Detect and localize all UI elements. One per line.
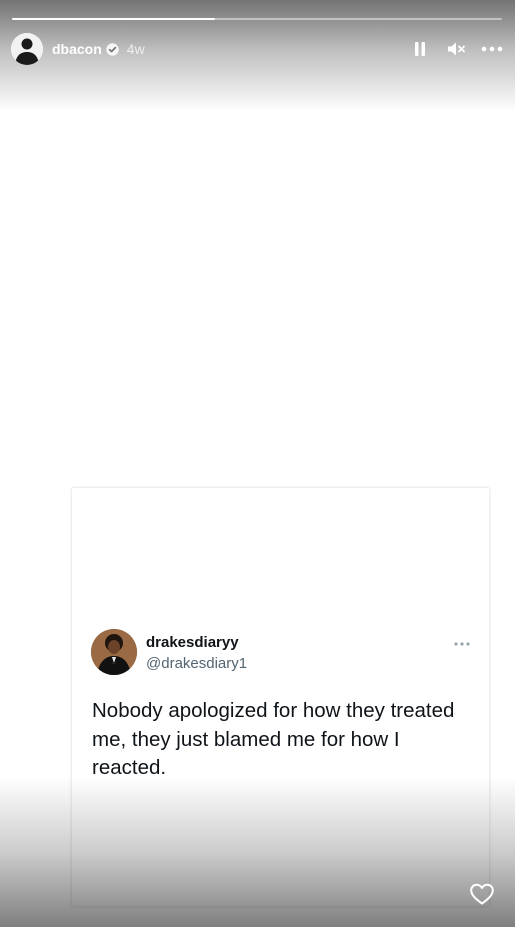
story-progress-bar bbox=[12, 18, 502, 20]
pause-icon bbox=[415, 42, 425, 56]
like-button[interactable] bbox=[469, 882, 495, 906]
story-controls bbox=[409, 38, 503, 60]
mute-button[interactable] bbox=[445, 38, 467, 60]
speaker-muted-icon bbox=[448, 42, 465, 56]
story-header: dbacon 4w bbox=[11, 33, 503, 65]
story-viewer: drakesdiaryy @drakesdiary1 Nobody apolog… bbox=[0, 0, 515, 927]
pause-button[interactable] bbox=[409, 38, 431, 60]
tweet-author-handle: @drakesdiary1 bbox=[146, 655, 248, 672]
story-username[interactable]: dbacon bbox=[52, 41, 102, 57]
heart-outline-icon bbox=[470, 883, 494, 905]
verified-badge-icon bbox=[106, 42, 119, 56]
tweet-author-name: drakesdiaryy bbox=[146, 634, 239, 651]
tweet-screenshot-card: drakesdiaryy @drakesdiary1 Nobody apolog… bbox=[72, 488, 489, 906]
tweet-author-avatar bbox=[91, 629, 137, 675]
story-timestamp: 4w bbox=[126, 41, 145, 57]
story-progress-fill bbox=[12, 18, 216, 20]
tweet-text: Nobody apologized for how they treated m… bbox=[92, 699, 455, 779]
more-horizontal-icon bbox=[453, 636, 471, 646]
story-options-button[interactable] bbox=[481, 38, 503, 60]
more-horizontal-icon bbox=[481, 46, 503, 52]
avatar[interactable] bbox=[11, 33, 43, 65]
